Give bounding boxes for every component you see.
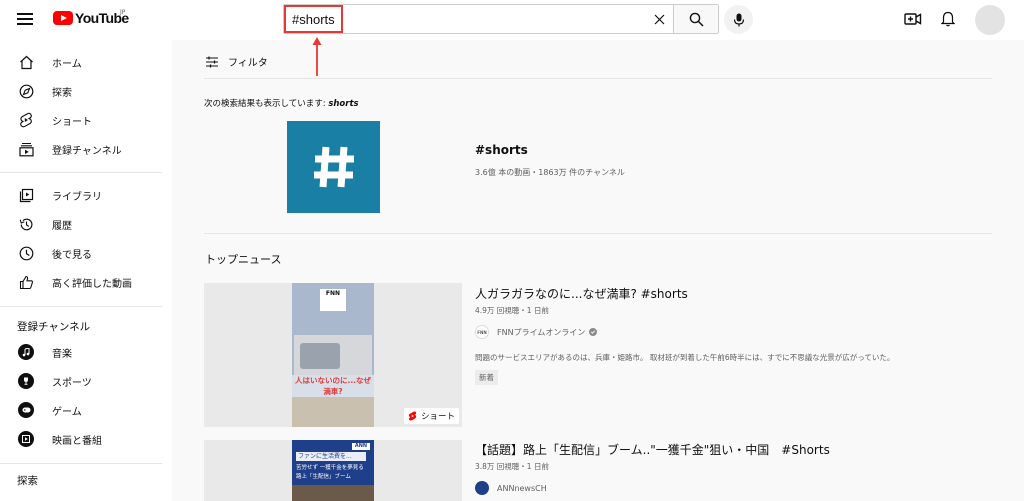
channel-title[interactable]: #shorts	[475, 143, 528, 157]
sidebar-item-liked-videos[interactable]: 高く評価した動画	[0, 268, 172, 296]
also-showing-prefix: 次の検索結果も表示しています:	[204, 99, 329, 109]
home-icon	[17, 53, 35, 71]
sidebar-divider	[0, 463, 162, 464]
sidebar-item-label: 高く評価した動画	[52, 278, 132, 290]
fnn-logo: FNN	[320, 289, 346, 311]
thumbnail-image: FNN 人はいないのに...なぜ満車?	[292, 283, 374, 427]
annotation-highlight-box	[284, 5, 343, 33]
sidebar-item-gaming[interactable]: ゲーム	[0, 396, 172, 424]
trophy-icon	[18, 373, 34, 389]
explore-icon	[17, 82, 35, 100]
create-video-icon[interactable]	[904, 10, 922, 28]
video-meta: 3.8万 回視聴・1 日前	[475, 462, 549, 471]
sidebar-item-label: ゲーム	[52, 406, 82, 418]
search-icon	[689, 12, 704, 27]
filter-label: フィルタ	[228, 58, 268, 69]
new-badge: 新着	[475, 370, 498, 385]
menu-icon[interactable]	[17, 13, 33, 25]
video-title[interactable]: 人ガラガラなのに...なぜ満車? #shorts	[475, 285, 688, 302]
sidebar-item-label: 音楽	[52, 348, 72, 360]
filter-button[interactable]: フィルタ	[205, 54, 268, 69]
shorts-icon	[17, 111, 35, 129]
video-title[interactable]: 【話題】路上「生配信」ブーム.."一獲千金"狙い・中国 #Shorts	[475, 441, 830, 458]
ann-logo: ANN	[352, 443, 370, 450]
library-icon	[17, 186, 35, 204]
sidebar-item-watch-later[interactable]: 後で見る	[0, 239, 172, 267]
sidebar-item-home[interactable]: ホーム	[0, 48, 172, 76]
channel-thumbnail[interactable]	[287, 121, 380, 213]
microphone-icon	[733, 13, 744, 26]
thumbs-up-icon	[17, 273, 35, 291]
search-button[interactable]	[673, 5, 718, 33]
sidebar-item-label: 後で見る	[52, 249, 92, 261]
shorts-logo-icon	[408, 411, 417, 421]
video-thumbnail[interactable]: ANN ファンに生活費を... 苦労せず 一獲千金を夢見る 路上「生配信」ブーム	[204, 440, 462, 501]
also-showing-term[interactable]: shorts	[328, 99, 358, 109]
channel-name: FNNプライムオンライン	[497, 327, 586, 337]
video-meta: 4.9万 回視聴・1 日前	[475, 306, 549, 315]
sidebar-divider	[0, 306, 162, 307]
history-icon	[17, 215, 35, 233]
notifications-bell-icon[interactable]	[939, 10, 957, 28]
account-avatar[interactable]	[975, 5, 1005, 35]
sidebar-item-subscriptions[interactable]: 登録チャンネル	[0, 135, 172, 163]
sidebar: ホーム 探索 ショート 登録チャンネル ライブラリ 履歴 後で見る 高く評価した…	[0, 40, 172, 501]
youtube-logo[interactable]: YouTube JP	[53, 9, 129, 26]
music-icon	[18, 344, 34, 360]
video-channel[interactable]: FNN FNNプライムオンライン	[475, 325, 598, 339]
film-icon	[18, 431, 34, 447]
explore-heading: 探索	[17, 475, 38, 487]
annotation-arrow-icon	[312, 37, 322, 76]
channel-name: ANNnewsCH	[497, 483, 547, 493]
voice-search-button[interactable]	[724, 5, 753, 34]
sidebar-item-label: 履歴	[52, 220, 72, 232]
sidebar-item-label: 登録チャンネル	[52, 145, 122, 157]
sidebar-item-label: ホーム	[52, 58, 82, 70]
results-divider	[204, 233, 992, 234]
search-box	[283, 4, 719, 34]
subscriptions-icon	[17, 140, 35, 158]
channel-avatar: FNN	[475, 325, 489, 339]
sidebar-item-movies[interactable]: 映画と番組	[0, 425, 172, 453]
sidebar-divider	[0, 172, 162, 173]
play-logo-icon	[53, 11, 73, 25]
top-news-heading: トップニュース	[205, 253, 282, 266]
sidebar-item-label: 探索	[52, 87, 72, 99]
sidebar-item-label: スポーツ	[52, 377, 92, 389]
sidebar-item-library[interactable]: ライブラリ	[0, 181, 172, 209]
video-description: 問題のサービスエリアがあるのは、兵庫・姫路市。 取材班が到着した午前6時半には、…	[475, 353, 895, 362]
region-label: JP	[120, 9, 126, 16]
thumbnail-image: ANN ファンに生活費を... 苦労せず 一獲千金を夢見る 路上「生配信」ブーム	[292, 440, 374, 501]
shorts-badge-label: ショート	[420, 412, 455, 422]
top-header: YouTube JP	[0, 0, 1024, 40]
sidebar-item-shorts[interactable]: ショート	[0, 106, 172, 134]
channel-avatar	[475, 481, 489, 495]
sidebar-item-history[interactable]: 履歴	[0, 210, 172, 238]
watch-later-icon	[17, 244, 35, 262]
subscriptions-heading: 登録チャンネル	[17, 321, 91, 333]
clear-search-icon[interactable]	[645, 5, 673, 33]
sidebar-item-label: ライブラリ	[52, 191, 102, 203]
results-divider	[204, 78, 992, 79]
sidebar-item-sports[interactable]: スポーツ	[0, 367, 172, 395]
video-thumbnail[interactable]: FNN 人はいないのに...なぜ満車? ショート	[204, 283, 462, 427]
gaming-icon	[18, 402, 34, 418]
channel-meta: 3.6億 本の動画・1863万 件のチャンネル	[475, 168, 625, 177]
also-showing-notice: 次の検索結果も表示しています: shorts	[204, 97, 359, 109]
hashtag-icon	[313, 146, 354, 188]
thumbnail-caption: 人はいないのに...なぜ満車?	[292, 375, 374, 397]
shorts-badge: ショート	[403, 408, 459, 424]
sidebar-item-label: 映画と番組	[52, 435, 102, 447]
sidebar-item-label: ショート	[52, 116, 92, 128]
filter-sliders-icon	[206, 56, 218, 67]
sidebar-item-music[interactable]: 音楽	[0, 338, 172, 366]
verified-check-icon	[589, 328, 598, 336]
sidebar-item-explore[interactable]: 探索	[0, 77, 172, 105]
video-channel[interactable]: ANNnewsCH	[475, 481, 547, 495]
